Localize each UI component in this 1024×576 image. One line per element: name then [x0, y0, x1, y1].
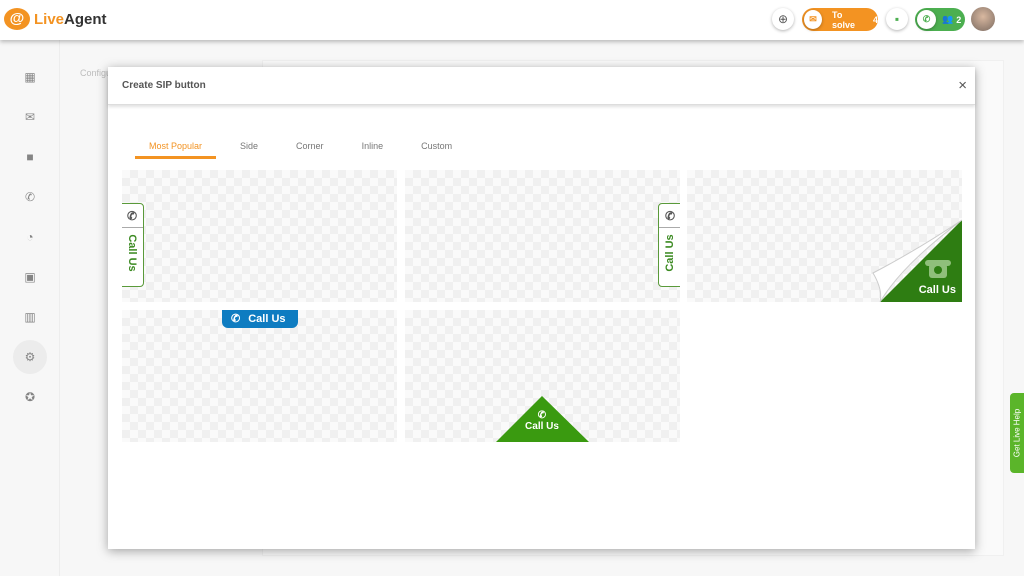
phone-icon: ✆ [537, 410, 547, 421]
avatar[interactable] [971, 7, 995, 31]
tab-corner[interactable]: Corner [282, 139, 338, 159]
logo-icon: @ [4, 8, 30, 30]
button-template-top-tab[interactable]: ✆ Call Us [122, 310, 397, 442]
get-live-help-button[interactable]: Get Live Help [1010, 393, 1024, 473]
top-bar: @ LiveAgent ⊕ ✉ To solve 4 ▪ ✆ 👥 2 [0, 0, 1024, 40]
corner-peel-graphic [872, 219, 962, 302]
phone-icon: ✆ [122, 204, 143, 228]
button-template-side-right[interactable]: ✆ Call Us [405, 170, 680, 302]
users-icon: 👥 [942, 14, 954, 24]
phone-icon: ✆ [659, 204, 680, 228]
logo[interactable]: @ LiveAgent [4, 8, 107, 30]
button-template-side-left[interactable]: ✆ Call Us [122, 170, 397, 302]
chat-button[interactable]: ▪ [886, 8, 908, 30]
call-us-button: ✆ Call Us [222, 310, 298, 328]
call-us-button: ✆ Call Us [658, 203, 680, 287]
chat-icon: ▪ [894, 12, 900, 26]
dialog-title: Create SIP button [108, 67, 975, 105]
call-us-label: Call Us [918, 284, 956, 296]
tab-custom[interactable]: Custom [407, 139, 466, 159]
call-us-button: ✆ Call Us [525, 410, 559, 432]
phone-icon: ✆ [917, 10, 936, 29]
button-template-bottom-triangle[interactable]: ✆ Call Us [405, 310, 680, 442]
calls-button[interactable]: ✆ 👥 2 [915, 8, 965, 31]
style-tabs: Most Popular Side Corner Inline Custom [135, 139, 476, 159]
tab-most-popular[interactable]: Most Popular [135, 139, 217, 159]
plus-circle-icon: ⊕ [777, 12, 789, 26]
tab-side[interactable]: Side [226, 139, 272, 159]
phone-icon: ✆ [231, 313, 241, 325]
tab-inline[interactable]: Inline [348, 139, 398, 159]
button-template-corner[interactable]: Call Us [687, 170, 962, 302]
to-solve-button[interactable]: ✉ To solve 4 [802, 8, 878, 31]
create-sip-button-dialog: Create SIP button × Most Popular Side Co… [108, 67, 975, 549]
call-us-button: ✆ Call Us [122, 203, 144, 287]
add-button[interactable]: ⊕ [772, 8, 794, 30]
mail-icon: ✉ [804, 10, 823, 29]
close-icon[interactable]: × [958, 77, 967, 94]
